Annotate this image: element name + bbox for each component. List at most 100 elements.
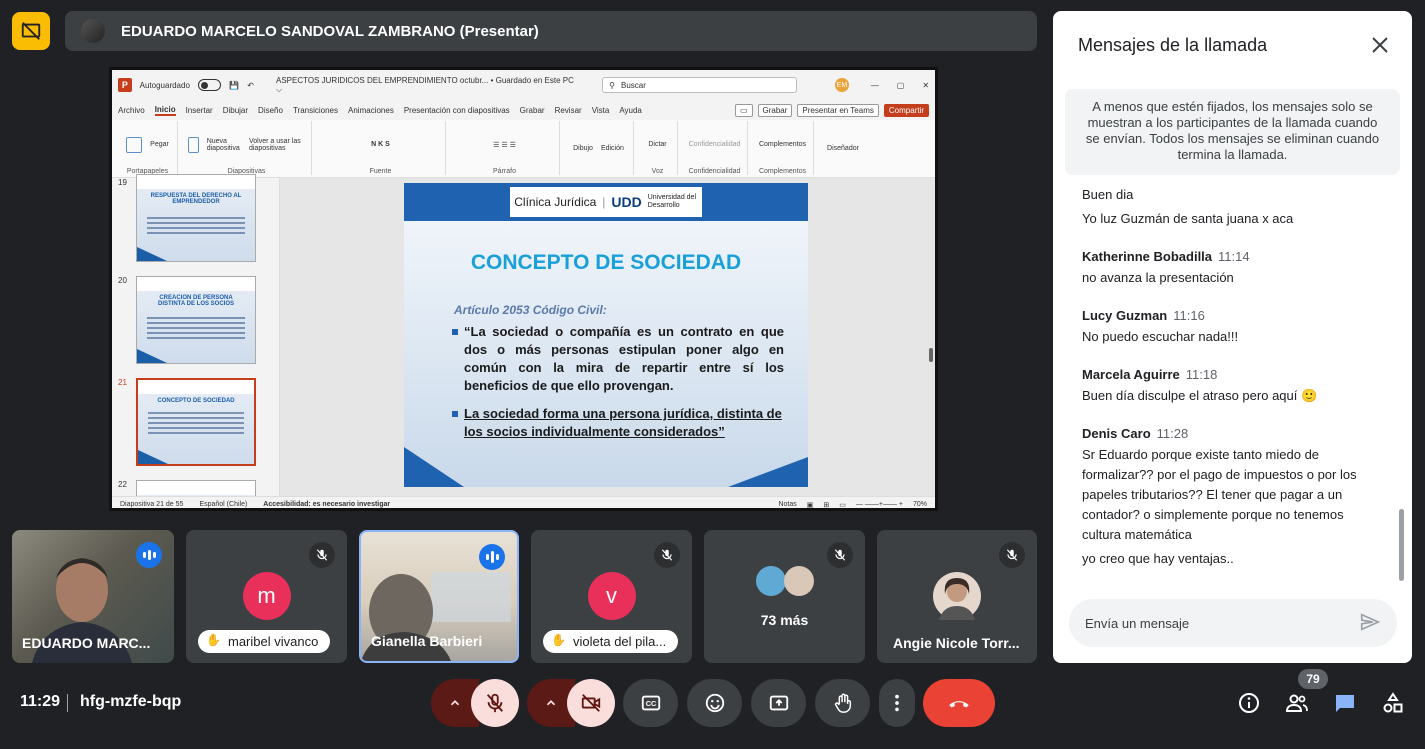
current-slide: Clínica Jurídica | UDD Universidad del D… (404, 183, 808, 487)
search-icon: ⚲ (609, 80, 615, 90)
menu-item[interactable]: Diseño (258, 106, 283, 115)
view-sorter-icon[interactable]: ⊞ (823, 501, 829, 509)
ppt-menubar: Archivo Inicio Insertar Dibujar Diseño T… (112, 100, 935, 120)
slide-thumbnail[interactable]: RESPUESTA DEL DERECHO AL EMPRENDEDOR (136, 174, 256, 262)
menu-item[interactable]: Transiciones (293, 106, 338, 115)
participant-avatar: v (587, 572, 636, 620)
menu-item[interactable]: Inicio (154, 105, 176, 116)
send-button[interactable] (1359, 611, 1383, 635)
mic-off-icon (654, 542, 680, 568)
chat-sender: Marcela Aguirre 11:18 (1082, 367, 1218, 382)
presenter-name: EDUARDO MARCELO SANDOVAL ZAMBRANO (Prese… (121, 22, 539, 40)
participants-button[interactable] (1284, 690, 1310, 716)
captions-icon: CC (641, 695, 660, 711)
slide-article: Artículo 2053 Código Civil: (454, 303, 607, 317)
chat-button[interactable] (1332, 690, 1358, 716)
shapes-icon (1383, 692, 1403, 713)
menu-item[interactable]: Presentación con diapositivas (404, 106, 510, 115)
participant-tile[interactable]: Angie Nicole Torr... (877, 530, 1037, 663)
menu-item[interactable]: Ayuda (619, 106, 642, 115)
present-icon (769, 695, 788, 711)
chat-message-text: yo creo que hay ventajas.. (1082, 551, 1234, 566)
zoom-level[interactable]: 70% (913, 501, 927, 508)
participant-tile[interactable]: m maribel vivanco (186, 530, 347, 663)
doc-title: ASPECTOS JURIDICOS DEL EMPRENDIMIENTO oc… (276, 75, 574, 94)
align-icon[interactable]: ☰ ☰ ☰ (493, 141, 516, 149)
reactions-button[interactable] (687, 679, 742, 727)
presentation-toggle-button[interactable] (12, 12, 50, 50)
chat-title: Mensajes de la llamada (1078, 35, 1268, 55)
participant-name: violeta del pila... (543, 630, 679, 653)
participant-name: Gianella Barbieri (371, 633, 483, 649)
chat-message-text: Buen dia (1082, 187, 1134, 202)
slide-thumbnail-selected[interactable]: CONCEPTO DE SOCIEDAD (136, 378, 256, 466)
menu-item[interactable]: Grabar (520, 106, 545, 115)
share-button[interactable]: Compartir (883, 103, 929, 117)
mic-toggle-button[interactable] (471, 679, 519, 727)
present-teams-button[interactable]: Presentar en Teams (797, 103, 879, 117)
raise-hand-button[interactable] (815, 679, 870, 727)
dictate-icon[interactable]: Dictar (648, 141, 666, 148)
participant-avatar: m (242, 572, 291, 620)
view-reading-icon[interactable]: ▭ (839, 501, 846, 509)
chat-sender: Katherinne Bobadilla 11:14 (1082, 249, 1250, 264)
participant-tile[interactable]: v violeta del pila... (531, 530, 692, 663)
meeting-details-button[interactable] (1236, 690, 1262, 716)
participant-name: maribel vivanco (198, 630, 331, 653)
close-chat-button[interactable] (1368, 33, 1392, 57)
captions-button[interactable]: CC (623, 679, 678, 727)
menu-item[interactable]: Vista (592, 106, 610, 115)
participant-tile[interactable]: EDUARDO MARC... (12, 530, 174, 663)
chat-message-text: no avanza la presentación (1082, 270, 1234, 285)
chat-message-text: No puedo escuchar nada!!! (1082, 329, 1239, 344)
menu-item[interactable]: Archivo (118, 106, 145, 115)
restore-icon[interactable]: ▢ (897, 81, 905, 90)
ppt-search[interactable]: ⚲ Buscar (602, 77, 798, 93)
slide-thumbnail[interactable]: CREACION DE PERSONA DISTINTA DE LOS SOCI… (136, 276, 256, 364)
ppt-titlebar: P Autoguardado 💾 ↶ ASPECTOS JURIDICOS DE… (112, 70, 935, 100)
save-icon[interactable]: 💾 (229, 81, 239, 90)
view-normal-icon[interactable]: ▣ (807, 501, 814, 509)
participant-tile[interactable]: Gianella Barbieri (359, 530, 519, 663)
divider (67, 694, 68, 712)
meeting-code: hfg-mzfe-bqp (80, 693, 182, 710)
emoji-icon (705, 693, 724, 713)
zoom-slider[interactable]: — ——+—— + (856, 501, 903, 508)
more-vert-icon (895, 694, 899, 712)
chat-message-text: Buen día disculpe el atraso pero aquí 🙂 (1082, 388, 1318, 403)
minimize-icon[interactable]: — (871, 81, 879, 90)
meeting-clock: 11:29 (20, 693, 61, 710)
leave-call-button[interactable] (923, 679, 995, 727)
paste-icon[interactable] (126, 136, 143, 153)
present-screen-button[interactable] (751, 679, 806, 727)
chat-messages: Buen dia Yo luz Guzmán de santa juana x … (1082, 181, 1382, 569)
menu-item[interactable]: Insertar (186, 106, 213, 115)
send-icon (1360, 613, 1381, 631)
chat-sender: Denis Caro 11:28 (1082, 426, 1189, 441)
chat-notice: A menos que estén fijados, los mensajes … (1065, 89, 1400, 175)
chat-scrollbar[interactable] (1399, 509, 1404, 581)
slide-scrollbar[interactable] (929, 348, 933, 362)
autosave-toggle[interactable] (197, 79, 222, 91)
record-button[interactable]: Grabar (757, 103, 793, 117)
menu-item[interactable]: Animaciones (348, 106, 394, 115)
presenter-avatar (81, 19, 105, 43)
notes-button[interactable]: Notas (778, 501, 796, 508)
user-avatar[interactable]: EM (835, 78, 849, 92)
more-participants-tile[interactable]: 73 más (704, 530, 865, 663)
chat-message-text: Sr Eduardo porque existe tanto miedo de … (1082, 447, 1357, 542)
close-icon[interactable]: ✕ (922, 81, 929, 90)
comments-icon[interactable]: ▭ (734, 103, 753, 117)
speaking-indicator (479, 544, 505, 570)
more-options-button[interactable] (879, 679, 915, 727)
new-slide-icon[interactable] (188, 136, 199, 153)
undo-icon[interactable]: ↶ (247, 81, 254, 90)
ribbon-group-font: N K S Fuente (316, 121, 446, 175)
menu-item[interactable]: Dibujar (223, 106, 248, 115)
activities-button[interactable] (1380, 690, 1406, 716)
menu-item[interactable]: Revisar (555, 106, 582, 115)
call-end-icon (949, 701, 969, 708)
camera-toggle-button[interactable] (567, 679, 615, 727)
chevron-up-icon (450, 700, 460, 706)
chat-input[interactable]: Envía un mensaje (1069, 599, 1397, 647)
